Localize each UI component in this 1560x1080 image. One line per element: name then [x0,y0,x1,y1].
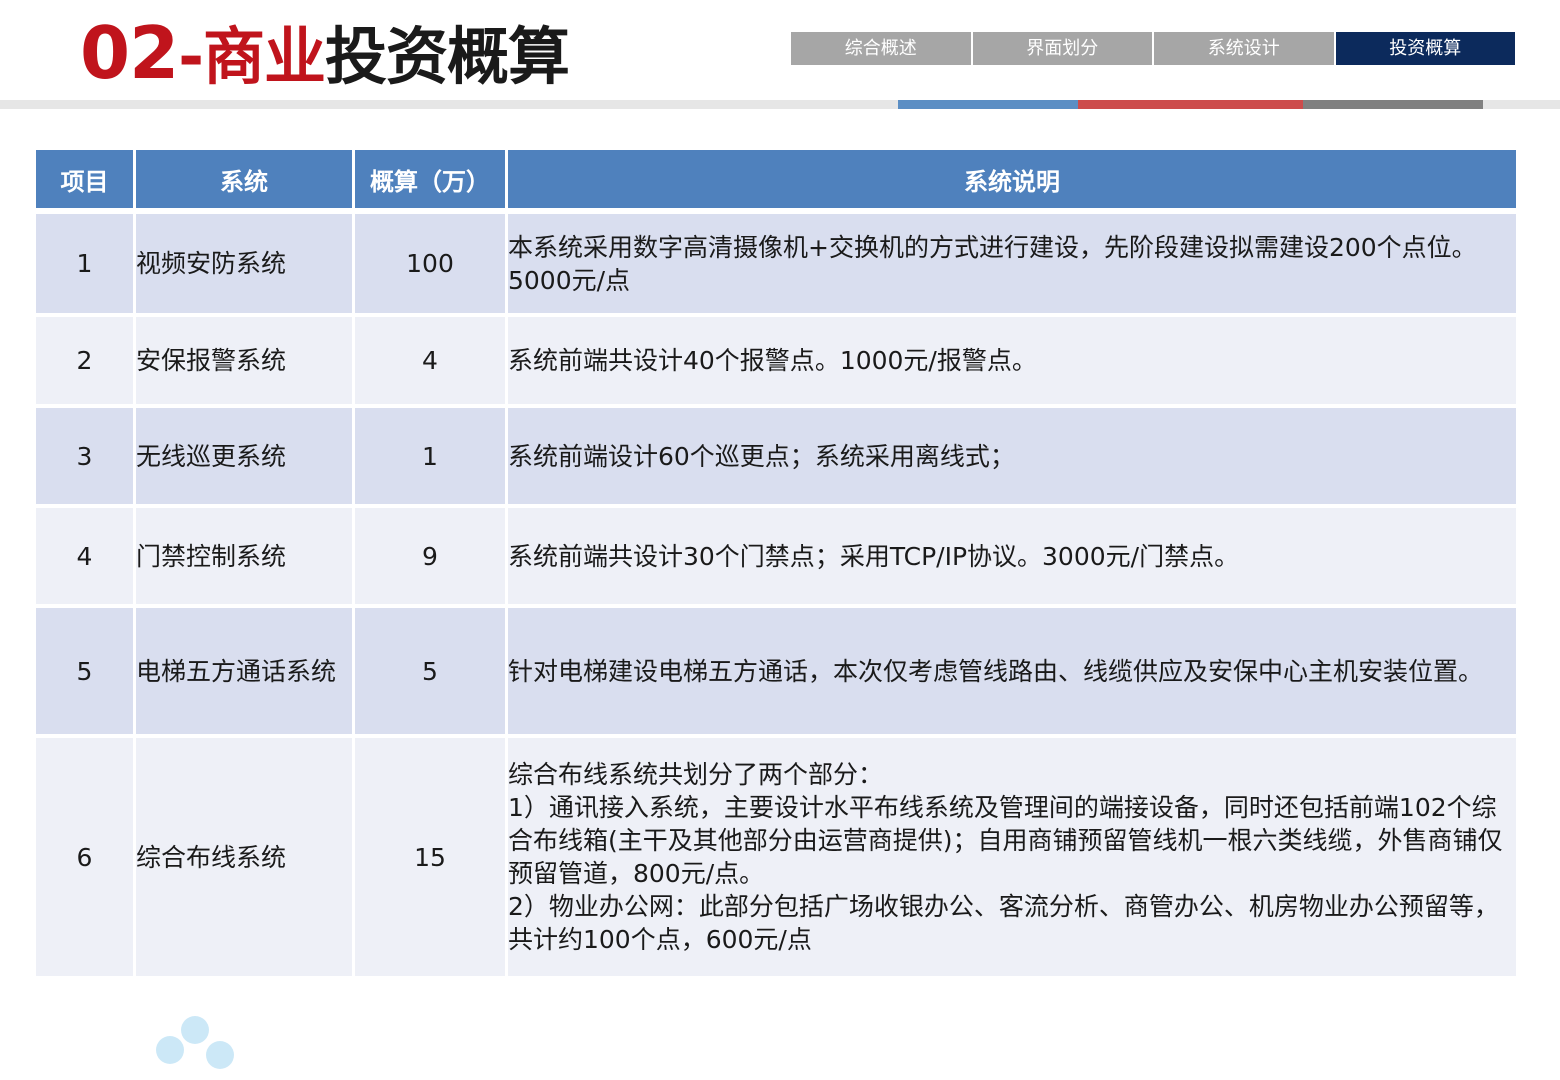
title-separator: - [178,20,204,93]
row-amount: 5 [352,606,508,738]
rule-accent-red [1078,100,1303,109]
row-description: 本系统采用数字高清摄像机+交换机的方式进行建设，先阶段建设拟需建设200个点位。… [505,211,1519,317]
row-amount: 100 [352,211,508,317]
title-highlight: 商业 [202,20,326,93]
section-nav: 综合概述 界面划分 系统设计 投资概算 [791,32,1515,65]
rule-accent-gray [1303,100,1483,109]
row-system: 安保报警系统 [133,315,355,408]
row-number: 6 [33,736,136,980]
row-number: 1 [33,211,136,317]
tab-system-design[interactable]: 系统设计 [1154,32,1336,65]
row-system: 门禁控制系统 [133,506,355,608]
row-system: 无线巡更系统 [133,406,355,508]
row-number: 5 [33,606,136,738]
row-amount: 4 [352,315,508,408]
row-number: 4 [33,506,136,608]
row-amount: 9 [352,506,508,608]
table-header-row: 项目 系统 概算（万） 系统说明 [33,150,1519,214]
row-system: 电梯五方通话系统 [133,606,355,738]
header-item: 项目 [33,150,136,214]
header-description: 系统说明 [505,150,1519,214]
tab-interface-division[interactable]: 界面划分 [972,32,1154,65]
table-row: 6 综合布线系统 15 综合布线系统共划分了两个部分： 1）通讯接入系统，主要设… [33,736,1519,980]
tab-overview[interactable]: 综合概述 [791,32,973,65]
page-title: 02-商业投资概算 [80,8,570,98]
row-description: 针对电梯建设电梯五方通话，本次仅考虑管线路由、线缆供应及安保中心主机安装位置。 [505,606,1519,738]
row-number: 3 [33,406,136,508]
tab-investment-budget[interactable]: 投资概算 [1335,32,1515,65]
row-system: 综合布线系统 [133,736,355,980]
header-budget: 概算（万） [352,150,508,214]
row-amount: 1 [352,406,508,508]
budget-table: 项目 系统 概算（万） 系统说明 1 视频安防系统 100 本系统采用数字高清摄… [33,150,1519,980]
watermark-logo-icon [156,1016,234,1069]
title-main: 投资概算 [324,20,570,93]
row-description: 系统前端共设计30个门禁点；采用TCP/IP协议。3000元/门禁点。 [505,506,1519,608]
header-system: 系统 [133,150,355,214]
table-row: 2 安保报警系统 4 系统前端共设计40个报警点。1000元/报警点。 [33,315,1519,408]
row-description: 系统前端设计60个巡更点；系统采用离线式； [505,406,1519,508]
row-description: 系统前端共设计40个报警点。1000元/报警点。 [505,315,1519,408]
table-row: 1 视频安防系统 100 本系统采用数字高清摄像机+交换机的方式进行建设，先阶段… [33,211,1519,317]
row-description: 综合布线系统共划分了两个部分： 1）通讯接入系统，主要设计水平布线系统及管理间的… [505,736,1519,980]
table-row: 3 无线巡更系统 1 系统前端设计60个巡更点；系统采用离线式； [33,406,1519,508]
table-row: 5 电梯五方通话系统 5 针对电梯建设电梯五方通话，本次仅考虑管线路由、线缆供应… [33,606,1519,738]
row-system: 视频安防系统 [133,211,355,317]
title-number: 02 [80,11,179,95]
row-amount: 15 [352,736,508,980]
table-row: 4 门禁控制系统 9 系统前端共设计30个门禁点；采用TCP/IP协议。3000… [33,506,1519,608]
rule-accent-blue [898,100,1078,109]
row-number: 2 [33,315,136,408]
